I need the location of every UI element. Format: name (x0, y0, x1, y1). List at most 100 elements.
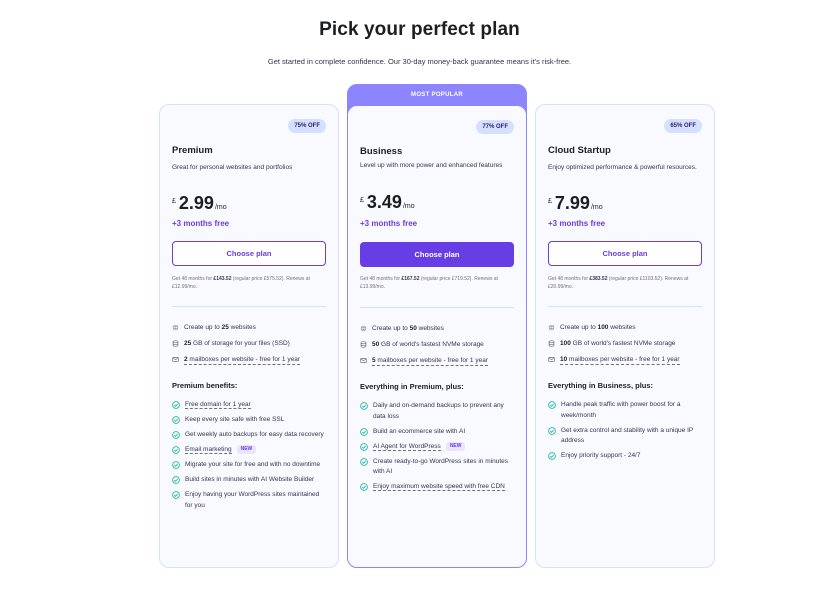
feature-item: 25 GB of storage for your files (SSD) (172, 339, 326, 348)
benefit-label: AI Agent for WordPress (373, 442, 441, 451)
feature-text-post: websites (416, 325, 444, 332)
benefit-list: Daily and on-demand backups to prevent a… (360, 401, 514, 497)
benefit-text: AI Agent for WordPress NEW (373, 441, 466, 453)
renew-amount: £143.52 (213, 276, 232, 282)
benefit-item: Enjoy priority support - 24/7 (548, 451, 702, 462)
months-free: +3 months free (548, 219, 606, 228)
choose-plan-button[interactable]: Choose plan (360, 242, 514, 267)
price-currency: £ (548, 198, 552, 205)
feature-text-pre: Create up to (560, 324, 598, 331)
plan-description: Enjoy optimized performance & powerful r… (548, 164, 697, 171)
benefit-label: Enjoy priority support - 24/7 (561, 452, 641, 459)
feature-item: 100 GB of world's fastest NVMe storage (548, 339, 702, 348)
discount-badge: 77% OFF (476, 120, 514, 134)
benefits-title: Everything in Premium, plus: (360, 382, 464, 391)
check-circle-icon (172, 401, 180, 409)
plan-card-premium: 75% OFF Premium Great for personal websi… (159, 104, 339, 568)
benefit-label: Build an ecommerce site with AI (373, 427, 466, 435)
feature-text: 100 GB of world's fastest NVMe storage (560, 339, 675, 348)
price-row: £ 2.99 /mo (172, 193, 227, 214)
discount-badge: 75% OFF (288, 119, 326, 133)
benefit-text: Enjoy maximum website speed with free CD… (373, 482, 505, 493)
plan-card-cloud-startup: 65% OFF Cloud Startup Enjoy optimized pe… (535, 104, 715, 568)
benefit-label: Email marketing (185, 446, 232, 455)
feature-item: 50 GB of world's fastest NVMe storage (360, 340, 514, 349)
check-circle-icon (172, 491, 180, 499)
renew-note: Get 48 months for £383.52 (regular price… (548, 275, 702, 291)
feature-item: Create up to 25 websites (172, 323, 326, 332)
benefit-label: Keep every site safe with free SSL (185, 416, 285, 423)
plan-description: Great for personal websites and portfoli… (172, 164, 293, 171)
storage-icon (360, 341, 367, 348)
benefit-text: Build sites in minutes with AI Website B… (185, 475, 314, 486)
mail-icon (172, 357, 179, 362)
price-period: /mo (402, 203, 415, 210)
benefit-item: Build an ecommerce site with AI (360, 427, 514, 438)
check-circle-icon (360, 427, 368, 436)
feature-text-post: mailboxes per website - free for 1 year (375, 357, 488, 364)
benefit-item: AI Agent for WordPress NEW (360, 441, 514, 453)
check-circle-icon (172, 446, 180, 454)
feature-text-bold: 50 (409, 325, 417, 332)
benefit-label: Handle peak traffic with power boost for… (561, 401, 681, 419)
feature-text: 10 mailboxes per website - free for 1 ye… (560, 355, 680, 365)
feature-text-post: websites (608, 324, 636, 331)
price-value: 7.99 (554, 193, 590, 213)
feature-text-bold: 100 (597, 324, 609, 331)
divider (360, 307, 514, 308)
benefit-item: Free domain for 1 year (172, 400, 326, 411)
plan-name: Business (360, 146, 403, 157)
feature-text-post: mailboxes per website - free for 1 year (187, 356, 300, 363)
storage-icon (548, 340, 555, 347)
benefit-item: Enjoy having your WordPress sites mainta… (172, 490, 326, 511)
storage-icon (172, 340, 179, 347)
benefit-item: Email marketing NEW (172, 445, 326, 456)
benefit-text: Handle peak traffic with power boost for… (561, 400, 702, 421)
feature-list: Create up to 50 websites 50 GB of world's… (360, 324, 514, 373)
feature-item: Create up to 50 websites (360, 324, 514, 333)
benefit-label: Enjoy having your WordPress sites mainta… (185, 491, 320, 509)
price-currency: £ (172, 198, 176, 205)
renew-amount: £383.52 (589, 276, 608, 282)
benefits-title: Premium benefits: (172, 381, 238, 390)
benefit-text: Get weekly auto backups for easy data re… (185, 430, 324, 441)
benefit-text: Enjoy priority support - 24/7 (561, 451, 640, 462)
benefit-item: Keep every site safe with free SSL (172, 415, 326, 426)
feature-text: Create up to 25 websites (184, 323, 256, 332)
benefit-text: Keep every site safe with free SSL (185, 415, 284, 426)
feature-text: Create up to 100 websites (560, 323, 636, 332)
feature-text: Create up to 50 websites (372, 324, 444, 333)
benefit-label: Get weekly auto backups for easy data re… (185, 431, 324, 438)
renew-prefix: Get 48 months for (360, 276, 402, 282)
plan-card-business: MOST POPULAR 77% OFF Business Level up w… (347, 84, 527, 568)
months-free: +3 months free (360, 219, 418, 228)
choose-plan-button[interactable]: Choose plan (172, 241, 326, 266)
feature-text: 50 GB of world's fastest NVMe storage (372, 340, 484, 349)
price-period: /mo (214, 204, 227, 211)
feature-list: Create up to 25 websites 25 GB of storage… (172, 323, 326, 372)
benefits-title: Everything in Business, plus: (548, 381, 654, 390)
check-circle-icon (172, 461, 180, 469)
renew-prefix: Get 48 months for (548, 276, 590, 282)
price-row: £ 3.49 /mo (360, 192, 415, 213)
choose-plan-button[interactable]: Choose plan (548, 241, 702, 266)
globe-icon (172, 324, 179, 331)
feature-text-bold: 25 (221, 324, 229, 331)
feature-text: 5 mailboxes per website - free for 1 yea… (372, 356, 488, 366)
benefit-list: Handle peak traffic with power boost for… (548, 400, 702, 466)
page-title: Pick your perfect plan (319, 19, 520, 40)
feature-text-post: GB of world's fastest NVMe storage (570, 340, 676, 347)
benefit-label: Build sites in minutes with AI Website B… (185, 476, 315, 484)
benefit-item: Handle peak traffic with power boost for… (548, 400, 702, 421)
plan-description: Level up with more power and enhanced fe… (360, 162, 503, 169)
feature-text: 2 mailboxes per website - free for 1 yea… (184, 355, 300, 365)
plan-card-inner: 77% OFF Business Level up with more powe… (348, 106, 526, 567)
plan-name: Premium (172, 145, 213, 156)
check-circle-icon (172, 476, 180, 484)
feature-item: 2 mailboxes per website - free for 1 yea… (172, 355, 326, 365)
price-value: 3.49 (366, 192, 402, 212)
plan-name: Cloud Startup (548, 145, 611, 156)
benefit-text: Email marketing NEW (185, 445, 257, 456)
divider (548, 306, 702, 307)
benefit-text: Free domain for 1 year (185, 400, 251, 411)
